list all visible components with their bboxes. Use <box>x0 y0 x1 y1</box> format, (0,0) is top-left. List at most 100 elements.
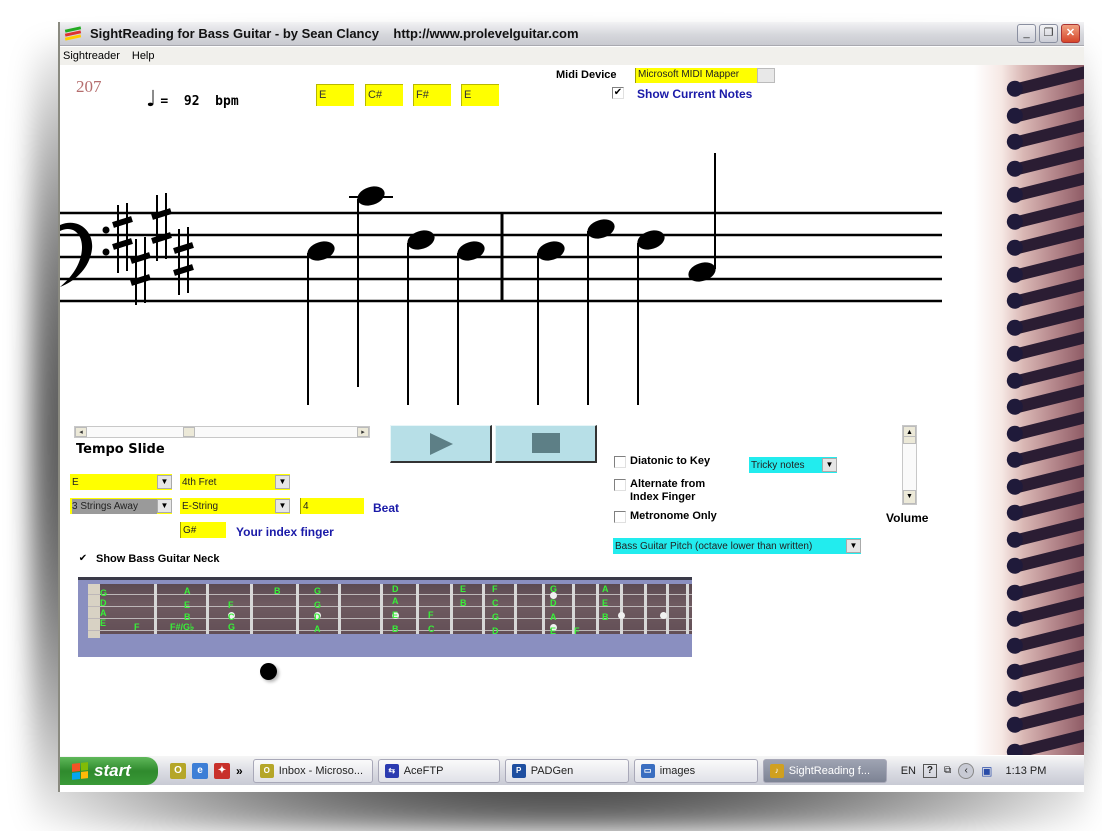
alternate-label-line2: Index Finger <box>630 491 696 503</box>
key-signature-sharps <box>112 193 194 305</box>
diatonic-checkbox[interactable] <box>614 456 626 468</box>
fretboard-note-label: A <box>184 586 191 596</box>
play-icon <box>430 433 453 455</box>
task-images[interactable]: ▭ images <box>633 758 758 783</box>
restore-button[interactable]: ❐ <box>1039 24 1058 43</box>
fret-select-value: 4th Fret <box>182 476 217 488</box>
alternate-checkbox[interactable] <box>614 479 626 491</box>
title-bar[interactable]: SightReading for Bass Guitar - by Sean C… <box>60 22 1084 46</box>
note-7 <box>637 230 665 405</box>
spiral-ring <box>1009 65 1084 97</box>
chevron-down-icon[interactable]: ▼ <box>157 475 172 489</box>
fretboard-note-label: A <box>602 584 609 594</box>
fretboard-note-label: G <box>100 588 108 598</box>
spiral-ring <box>1009 330 1084 362</box>
client-area: 207 ♩ = 92 bpm E C# F# E Midi Device Mic… <box>60 65 1084 759</box>
task-sightreading[interactable]: ♪ SightReading f... <box>762 758 887 783</box>
fretboard-note-label: B <box>184 612 191 622</box>
mode-select[interactable]: Tricky notes ▼ <box>749 457 837 473</box>
stop-icon <box>532 433 560 453</box>
close-button[interactable]: ✕ <box>1061 24 1080 43</box>
language-indicator[interactable]: EN <box>901 765 916 777</box>
menu-help[interactable]: Help <box>132 50 155 62</box>
internet-explorer-icon[interactable]: e <box>192 762 208 779</box>
show-neck-checkbox[interactable]: ✔ <box>77 554 89 566</box>
chevron-down-icon[interactable]: ▼ <box>846 539 861 553</box>
key-select[interactable]: E ▼ <box>70 474 172 490</box>
network-icon[interactable]: ▣ <box>981 764 992 778</box>
chevron-down-icon[interactable]: ▼ <box>822 458 837 472</box>
fretboard-note-label: E <box>392 610 399 620</box>
spiral-ring <box>1009 463 1084 494</box>
strings-away-select[interactable]: 3 Strings Away ▼ <box>70 498 172 514</box>
fretboard-note-label: A <box>100 608 107 618</box>
game-icon[interactable]: ✦ <box>214 762 230 779</box>
chevron-down-icon[interactable]: ▼ <box>275 499 290 513</box>
fret <box>380 584 383 634</box>
windows-logo-icon <box>72 761 88 780</box>
beat-input[interactable]: 4 <box>300 498 364 514</box>
fret <box>686 584 689 634</box>
spiral-ring <box>1009 277 1084 309</box>
fret <box>482 584 485 634</box>
measure-1 <box>307 186 485 405</box>
fret <box>154 584 157 634</box>
menu-sightreader[interactable]: Sightreader <box>63 50 120 62</box>
bass-string <box>88 594 692 595</box>
spiral-notebook-decoration <box>974 65 1084 759</box>
music-staff <box>60 153 942 405</box>
spiral-ring <box>1009 171 1084 203</box>
chevron-down-icon[interactable]: ▼ <box>157 499 172 513</box>
fret-select[interactable]: 4th Fret ▼ <box>180 474 290 490</box>
show-current-notes-label: Show Current Notes <box>637 87 753 101</box>
chevron-down-icon[interactable]: ▼ <box>275 475 290 489</box>
exercise-counter: 207 <box>76 77 102 96</box>
fret <box>514 584 517 634</box>
metronome-label: Metronome Only <box>630 510 717 522</box>
midi-device-select[interactable]: Microsoft MIDI Mapper <box>635 68 757 83</box>
spiral-ring <box>1009 622 1084 653</box>
show-current-notes-checkbox[interactable]: ✔ <box>612 87 624 99</box>
quick-launch-overflow[interactable]: » <box>236 764 243 778</box>
minimize-button[interactable]: _ <box>1017 24 1036 43</box>
fretboard-note-label: C <box>492 598 499 608</box>
scroll-left-icon[interactable]: ◂ <box>75 427 87 437</box>
fretboard-note-label: F <box>134 622 140 632</box>
stop-button[interactable] <box>495 425 597 463</box>
string-select-value: E-String <box>182 500 219 512</box>
scroll-down-icon[interactable]: ▼ <box>903 490 916 504</box>
volume-slider[interactable]: ▲ ▼ <box>902 425 917 505</box>
spiral-ring <box>1009 92 1084 123</box>
fretboard-note-label: G <box>550 584 558 594</box>
volume-slider-thumb[interactable] <box>903 436 916 444</box>
play-button[interactable] <box>390 425 492 463</box>
start-button[interactable]: start <box>60 756 158 785</box>
tempo-slider[interactable]: ◂ ▸ <box>74 426 370 438</box>
help-icon[interactable]: ? <box>922 763 937 778</box>
spiral-ring <box>1009 118 1084 150</box>
string-select[interactable]: E-String ▼ <box>180 498 290 514</box>
spiral-ring <box>1009 489 1084 521</box>
outlook-icon[interactable]: O <box>170 762 186 779</box>
outlook-icon: O <box>259 763 274 778</box>
app-icon: ♪ <box>769 763 784 778</box>
midi-device-dropdown-button[interactable] <box>757 68 775 83</box>
tempo-slider-thumb[interactable] <box>183 427 195 437</box>
fretboard-note-label: E <box>100 618 107 628</box>
fret <box>450 584 453 634</box>
restore-tray-icon[interactable]: ⧉ <box>944 765 951 776</box>
note-6 <box>587 219 615 405</box>
taskbar: start O e ✦ » O Inbox - Microso... ⇆ Ace… <box>60 755 1084 785</box>
fretboard-note-label: C <box>228 612 235 622</box>
scroll-right-icon[interactable]: ▸ <box>357 427 369 437</box>
window-title: SightReading for Bass Guitar - by Sean C… <box>90 26 579 41</box>
task-inbox[interactable]: O Inbox - Microso... <box>252 758 373 783</box>
task-padgen[interactable]: P PADGen <box>504 758 629 783</box>
fretboard-note-label: B <box>392 624 399 634</box>
metronome-checkbox[interactable] <box>614 511 626 523</box>
key-select-value: E <box>72 476 79 488</box>
fretboard-note-label: E <box>460 584 467 594</box>
task-aceftp[interactable]: ⇆ AceFTP <box>377 758 500 783</box>
pitch-select[interactable]: Bass Guitar Pitch (octave lower than wri… <box>613 538 861 554</box>
tray-collapse-icon[interactable]: ‹ <box>958 762 975 779</box>
